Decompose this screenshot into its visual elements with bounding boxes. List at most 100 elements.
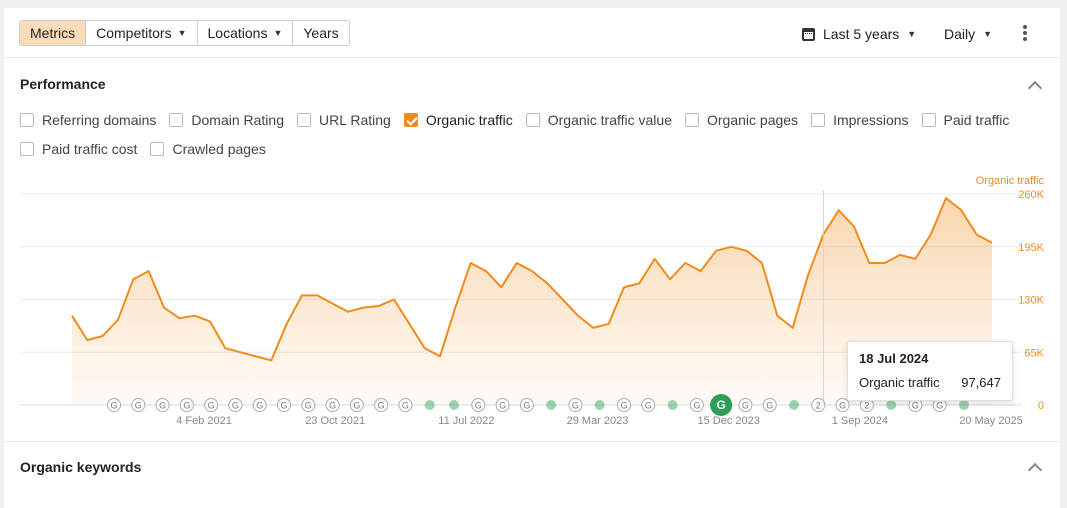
date-range-label: Last 5 years xyxy=(823,26,900,42)
tab-metrics-label: Metrics xyxy=(30,25,76,41)
event-marker-label: G xyxy=(353,401,360,411)
x-tick-label: 1 Sep 2024 xyxy=(832,415,888,427)
event-marker-label: G xyxy=(742,401,749,411)
caret-down-icon: ▼ xyxy=(273,28,283,38)
event-marker-label: G xyxy=(572,401,579,411)
event-marker-label: G xyxy=(183,401,190,411)
metric-label: Referring domains xyxy=(42,112,157,128)
main-card: Metrics Competitors ▼ Locations ▼ Years … xyxy=(4,8,1060,508)
event-marker-label: G xyxy=(208,401,215,411)
metric-organic-traffic[interactable]: Organic traffic xyxy=(403,112,513,128)
caret-down-icon: ▼ xyxy=(983,29,993,39)
chart-tooltip: 18 Jul 2024 Organic traffic 97,647 xyxy=(847,341,1013,401)
event-marker-label: G xyxy=(620,401,627,411)
checkbox[interactable] xyxy=(169,113,184,127)
metric-url-rating[interactable]: URL Rating xyxy=(297,112,391,128)
tab-years-label: Years xyxy=(303,25,339,41)
tab-competitors-label: Competitors xyxy=(96,25,172,41)
metric-label: Impressions xyxy=(833,112,909,128)
x-tick-label: 23 Oct 2021 xyxy=(305,415,365,427)
metric-checkbox-row-2: Paid traffic cost Crawled pages xyxy=(20,141,279,157)
checkbox[interactable] xyxy=(150,142,165,156)
event-marker-label: G xyxy=(159,401,166,411)
event-marker-label: G xyxy=(280,401,287,411)
y-tick-label: 65K xyxy=(1024,347,1044,359)
interval-label: Daily xyxy=(944,26,976,42)
calendar-icon xyxy=(802,27,815,41)
event-marker-label: G xyxy=(936,401,943,411)
event-dot-marker xyxy=(959,400,969,410)
x-tick-label: 15 Dec 2023 xyxy=(697,415,759,427)
checkbox[interactable] xyxy=(685,113,699,127)
organic-keywords-section: Organic keywords xyxy=(4,441,1060,501)
tab-metrics[interactable]: Metrics xyxy=(20,21,87,45)
metric-label: Organic traffic value xyxy=(547,112,672,128)
event-marker-label: G xyxy=(716,398,725,412)
tab-competitors[interactable]: Competitors ▼ xyxy=(86,21,198,45)
metric-label: URL Rating xyxy=(319,112,391,128)
caret-down-icon: ▼ xyxy=(907,29,917,39)
metric-label: Organic pages xyxy=(707,112,799,128)
y-tick-label: 260K xyxy=(1018,189,1044,201)
metric-crawled-pages[interactable]: Crawled pages xyxy=(150,141,266,157)
caret-down-icon: ▼ xyxy=(177,28,187,38)
metric-label: Domain Rating xyxy=(191,112,284,128)
event-marker-label: G xyxy=(135,401,142,411)
metric-label: Paid traffic xyxy=(943,112,1010,128)
metric-paid-traffic[interactable]: Paid traffic xyxy=(921,112,1010,128)
date-range-dropdown[interactable]: Last 5 years ▼ xyxy=(802,24,916,44)
interval-dropdown[interactable]: Daily ▼ xyxy=(944,24,992,44)
checkbox[interactable] xyxy=(297,113,311,127)
collapse-organic-keywords-chevron-icon[interactable] xyxy=(1027,462,1043,478)
toolbar: Metrics Competitors ▼ Locations ▼ Years … xyxy=(4,8,1060,58)
event-dot-marker xyxy=(594,400,605,410)
metric-organic-pages[interactable]: Organic pages xyxy=(685,112,798,128)
event-marker-label: G xyxy=(766,401,773,411)
x-tick-label: 29 Mar 2023 xyxy=(567,415,629,427)
view-mode-segmented-control: Metrics Competitors ▼ Locations ▼ Years xyxy=(19,20,350,46)
tooltip-value: 97,647 xyxy=(961,375,1001,390)
metric-domain-rating[interactable]: Domain Rating xyxy=(169,112,284,128)
tooltip-row: Organic traffic 97,647 xyxy=(859,375,1001,390)
event-dot-marker xyxy=(449,400,459,410)
event-marker-label: G xyxy=(402,401,409,411)
metric-referring-domains[interactable]: Referring domains xyxy=(20,112,156,128)
organic-keywords-title: Organic keywords xyxy=(20,459,142,475)
event-dot-marker xyxy=(667,400,678,410)
metric-organic-traffic-value[interactable]: Organic traffic value xyxy=(525,112,672,128)
more-options-icon[interactable] xyxy=(1022,23,1028,43)
tab-locations-label: Locations xyxy=(207,25,268,41)
checkbox[interactable] xyxy=(20,142,34,156)
metric-checkbox-row-1: Referring domains Domain Rating URL Rati… xyxy=(20,112,1022,128)
checkbox-checked[interactable] xyxy=(403,113,418,127)
metric-impressions[interactable]: Impressions xyxy=(811,112,909,128)
tooltip-date: 18 Jul 2024 xyxy=(859,351,929,366)
event-marker-label: G xyxy=(305,401,312,411)
event-marker-label: 2 xyxy=(816,401,821,411)
metric-paid-traffic-cost[interactable]: Paid traffic cost xyxy=(20,141,137,157)
x-tick-label: 20 May 2025 xyxy=(959,415,1023,427)
collapse-performance-chevron-icon[interactable] xyxy=(1027,80,1043,96)
checkbox[interactable] xyxy=(20,113,34,127)
y-tick-label: 130K xyxy=(1018,295,1044,307)
event-marker-label: G xyxy=(645,401,652,411)
performance-title: Performance xyxy=(20,76,106,92)
checkbox[interactable] xyxy=(525,113,540,127)
tab-years[interactable]: Years xyxy=(293,21,349,45)
event-marker-label: G xyxy=(110,401,117,411)
event-marker-label: G xyxy=(499,401,506,411)
event-dot-marker xyxy=(789,400,799,410)
event-marker-label: G xyxy=(693,401,700,411)
event-marker-label: G xyxy=(256,401,263,411)
y-tick-label: 195K xyxy=(1018,242,1044,254)
checkbox[interactable] xyxy=(921,113,936,127)
tab-locations[interactable]: Locations ▼ xyxy=(197,21,294,45)
event-marker-label: G xyxy=(839,401,846,411)
x-tick-label: 4 Feb 2021 xyxy=(176,415,232,427)
checkbox[interactable] xyxy=(811,113,826,127)
y-tick-label: 0 xyxy=(1038,400,1044,412)
event-marker-label: G xyxy=(378,401,385,411)
x-tick-label: 11 Jul 2022 xyxy=(438,415,494,427)
event-marker-label: G xyxy=(912,401,919,411)
tooltip-metric: Organic traffic xyxy=(859,375,940,390)
